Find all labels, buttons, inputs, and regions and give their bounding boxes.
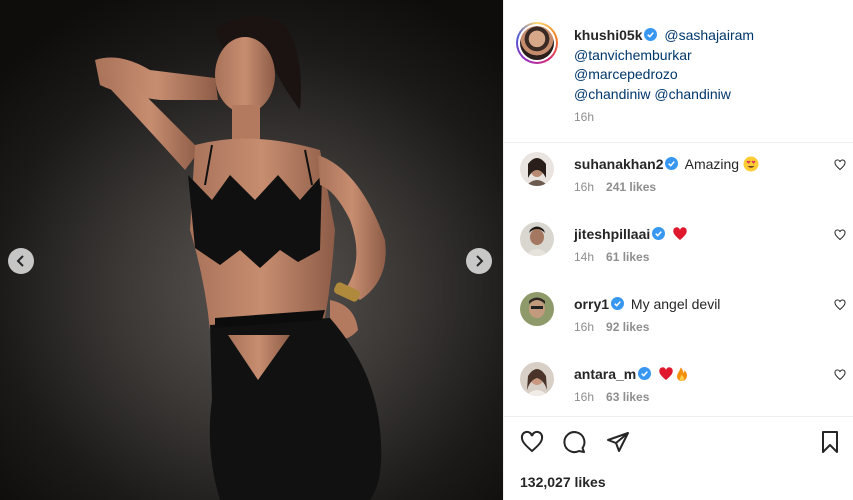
comment-button[interactable] xyxy=(562,430,588,456)
comment-username[interactable]: jiteshpillaai xyxy=(574,226,650,242)
caption-text: khushi05k @sashajairam @tanvichemburkar … xyxy=(574,26,834,104)
heart-eyes-emoji-icon xyxy=(743,156,759,172)
verified-badge-icon xyxy=(638,367,652,380)
caption-mention[interactable]: @marcepedrozo xyxy=(574,66,678,82)
comment-username[interactable]: orry1 xyxy=(574,296,609,312)
heart-icon xyxy=(520,430,544,453)
share-icon xyxy=(607,432,629,452)
chevron-right-icon xyxy=(476,255,484,267)
comment-likes[interactable]: 241 likes xyxy=(606,180,656,194)
caption-mention[interactable]: @chandiniw xyxy=(654,86,730,102)
comment-item: antara_m 16h 63 likes xyxy=(520,362,846,422)
next-photo-button[interactable] xyxy=(466,248,492,274)
heart-icon[interactable] xyxy=(834,369,846,381)
comments-panel: khushi05k @sashajairam @tanvichemburkar … xyxy=(504,0,853,500)
comment-username[interactable]: suhanakhan2 xyxy=(574,156,663,172)
commenter-avatar[interactable] xyxy=(520,222,554,256)
comment-text: antara_m xyxy=(574,365,690,383)
verified-badge-icon xyxy=(611,297,625,310)
comment-body: My angel devil xyxy=(630,296,721,312)
comment-time: 14h xyxy=(574,250,595,264)
comment-text: jiteshpillaai xyxy=(574,225,688,243)
comment-meta: 16h 63 likes xyxy=(574,390,649,404)
save-button[interactable] xyxy=(818,430,844,456)
comment-username[interactable]: antara_m xyxy=(574,366,636,382)
heart-icon[interactable] xyxy=(834,229,846,241)
comment-item: jiteshpillaai 14h 61 likes xyxy=(520,222,846,282)
author-username[interactable]: khushi05k xyxy=(574,27,642,43)
comment-text: orry1 My angel devil xyxy=(574,295,720,313)
comment-body: Amazing xyxy=(684,156,740,172)
red-heart-emoji-icon xyxy=(659,367,673,380)
comment-item: suhanakhan2 Amazing 16h 241 likes xyxy=(520,152,846,212)
commenter-avatar[interactable] xyxy=(520,152,554,186)
comment-time: 16h xyxy=(574,320,595,334)
commenter-avatar[interactable] xyxy=(520,292,554,326)
commenter-avatar[interactable] xyxy=(520,362,554,396)
comment-meta: 16h 241 likes xyxy=(574,180,656,194)
caption-divider xyxy=(504,142,853,143)
verified-badge-icon xyxy=(665,157,679,170)
previous-photo-button[interactable] xyxy=(8,248,34,274)
heart-icon[interactable] xyxy=(834,299,846,311)
post-actions xyxy=(504,418,853,468)
comment-likes[interactable]: 92 likes xyxy=(606,320,649,334)
author-avatar[interactable] xyxy=(516,22,558,64)
like-button[interactable] xyxy=(520,430,546,456)
caption-mention[interactable]: @chandiniw xyxy=(574,86,650,102)
comment-text: suhanakhan2 Amazing xyxy=(574,155,759,173)
red-heart-emoji-icon xyxy=(673,227,687,240)
post-media[interactable] xyxy=(0,0,503,500)
comment-time: 16h xyxy=(574,180,595,194)
heart-icon[interactable] xyxy=(834,159,846,171)
caption-mention[interactable]: @sashajairam xyxy=(664,27,754,43)
comment-likes[interactable]: 63 likes xyxy=(606,390,649,404)
actions-divider xyxy=(504,416,853,417)
fire-emoji-icon xyxy=(677,367,688,381)
caption-mention[interactable]: @tanvichemburkar xyxy=(574,47,692,63)
verified-badge-icon xyxy=(644,28,658,41)
comment-time: 16h xyxy=(574,390,595,404)
share-button[interactable] xyxy=(606,430,632,456)
post-photo xyxy=(95,16,386,500)
comment-likes[interactable]: 61 likes xyxy=(606,250,649,264)
chevron-left-icon xyxy=(16,255,24,267)
verified-badge-icon xyxy=(652,227,666,240)
comment-meta: 16h 92 likes xyxy=(574,320,649,334)
post-like-count[interactable]: 132,027 likes xyxy=(520,474,606,490)
comment-icon xyxy=(563,431,586,454)
post-timestamp: 16h xyxy=(574,110,595,124)
comment-meta: 14h 61 likes xyxy=(574,250,649,264)
bookmark-icon xyxy=(822,431,838,453)
comment-item: orry1 My angel devil 16h 92 likes xyxy=(520,292,846,352)
